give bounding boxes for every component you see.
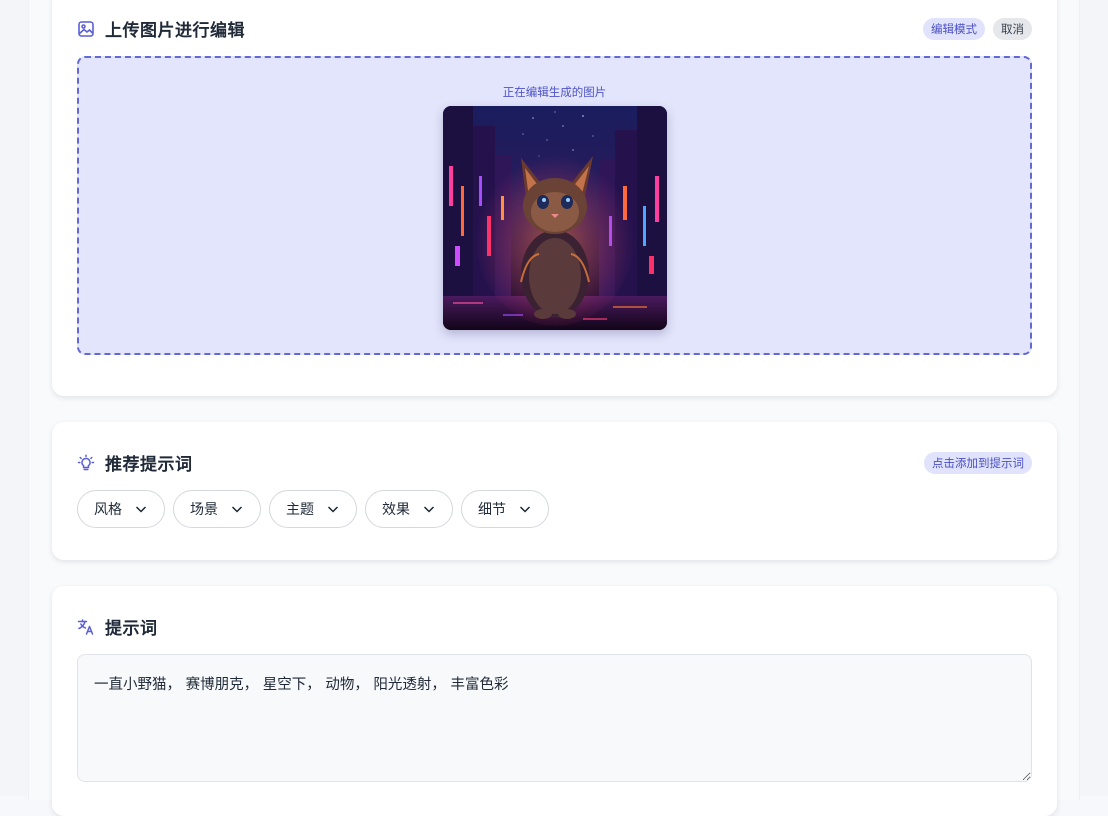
chevron-down-icon xyxy=(422,502,436,516)
chevron-down-icon xyxy=(326,502,340,516)
prompt-textarea[interactable]: 一直小野猫， 赛博朋克， 星空下， 动物， 阳光透射， 丰富色彩 xyxy=(77,654,1032,782)
prompt-card: 提示词 一直小野猫， 赛博朋克， 星空下， 动物， 阳光透射， 丰富色彩 xyxy=(52,586,1057,816)
chip-label: 主题 xyxy=(286,502,314,518)
upload-header: 上传图片进行编辑 编辑模式 取消 xyxy=(77,16,1032,41)
translate-icon xyxy=(77,618,95,636)
chip-scene-dropdown[interactable]: 场景 xyxy=(173,490,261,528)
upload-title: 上传图片进行编辑 xyxy=(105,21,245,41)
cancel-button[interactable]: 取消 xyxy=(993,17,1032,40)
suggested-prompts-card: 推荐提示词 点击添加到提示词 风格 场景 主题 效果 细节 xyxy=(52,422,1057,560)
edit-mode-badge: 编辑模式 xyxy=(923,17,985,40)
chevron-down-icon xyxy=(518,502,532,516)
prompt-title: 提示词 xyxy=(105,619,158,639)
editing-caption: 正在编辑生成的图片 xyxy=(502,85,607,99)
lightbulb-icon xyxy=(77,453,95,472)
chip-label: 风格 xyxy=(94,502,122,518)
chevron-down-icon xyxy=(134,502,148,516)
upload-card: 上传图片进行编辑 编辑模式 取消 正在编辑生成的图片 xyxy=(52,0,1057,396)
chevron-down-icon xyxy=(230,502,244,516)
cyberpunk-kitten-image xyxy=(443,106,667,330)
category-chips: 风格 场景 主题 效果 细节 xyxy=(77,490,549,528)
chip-label: 效果 xyxy=(382,502,410,518)
upload-dropzone[interactable]: 正在编辑生成的图片 xyxy=(77,56,1032,355)
chip-detail-dropdown[interactable]: 细节 xyxy=(461,490,549,528)
suggest-header: 推荐提示词 点击添加到提示词 xyxy=(77,450,1032,475)
prompt-header: 提示词 xyxy=(77,614,1032,639)
chip-label: 细节 xyxy=(478,502,506,518)
add-to-prompt-hint: 点击添加到提示词 xyxy=(924,451,1032,474)
chip-style-dropdown[interactable]: 风格 xyxy=(77,490,165,528)
chip-effect-dropdown[interactable]: 效果 xyxy=(365,490,453,528)
chip-label: 场景 xyxy=(190,502,218,518)
suggest-title: 推荐提示词 xyxy=(105,455,193,475)
chip-theme-dropdown[interactable]: 主题 xyxy=(269,490,357,528)
image-icon xyxy=(77,20,95,38)
